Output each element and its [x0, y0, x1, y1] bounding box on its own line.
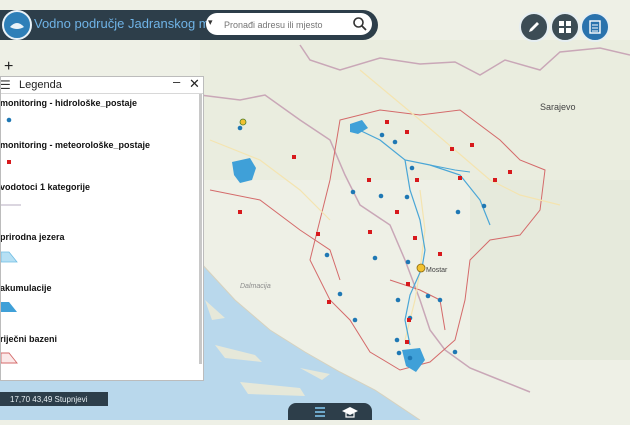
sarajevo-label: Sarajevo [540, 102, 576, 112]
legend-header: ☰ Legenda – ✕ [0, 74, 203, 94]
grid-icon [559, 21, 571, 33]
search-icon [353, 17, 367, 31]
app-title: Vodno područje Jadranskog mora [34, 16, 229, 31]
legend-scrollbar[interactable] [199, 94, 202, 364]
legend-item-label: akumulacije [1, 283, 52, 293]
station-marker [239, 118, 247, 126]
legend-content: monitoring - hidrološke_postaje monitori… [1, 94, 201, 380]
hydro-station-symbol [6, 117, 12, 123]
search-source-dropdown[interactable]: ▾ [208, 17, 213, 28]
draw-tool-button[interactable] [519, 12, 549, 42]
legend-title: Legenda [19, 79, 62, 91]
layer-list-button[interactable] [580, 12, 610, 42]
dalmacija-label: Dalmacija [240, 283, 271, 290]
legend-panel: ☰ Legenda – ✕ monitoring - hidrološke_po… [0, 74, 204, 381]
pencil-icon [529, 22, 539, 32]
basemap-gallery-button[interactable] [550, 12, 580, 42]
river-basin-symbol [1, 352, 18, 364]
hamburger-icon[interactable]: ☰ [0, 78, 11, 92]
legend-item-label: monitoring - meteorološke_postaje [1, 140, 151, 150]
list-icon [315, 407, 325, 417]
legend-item-label: riječni bazeni [1, 334, 58, 344]
info-button[interactable] [340, 403, 360, 420]
meteo-station-symbol [7, 160, 11, 164]
mostar-label: Mostar [426, 267, 448, 274]
zoom-in-button[interactable]: + [4, 58, 13, 76]
close-button[interactable]: ✕ [189, 76, 200, 92]
land-east [470, 180, 630, 360]
app-logo [2, 10, 32, 40]
graduation-cap-icon [342, 407, 358, 418]
search-button[interactable] [350, 14, 370, 34]
minimize-button[interactable]: – [173, 74, 180, 89]
legend-item-label: vodotoci 1 kategorije [1, 182, 91, 192]
search-input[interactable] [222, 15, 348, 35]
coordinate-readout: 17,70 43,49 Stupnjevi [10, 395, 88, 404]
legend-item-label: prirodna jezera [1, 232, 65, 242]
lake-symbol [1, 251, 18, 263]
river-line-symbol [1, 204, 21, 206]
list-doc-icon [589, 20, 601, 34]
mostar-marker [416, 263, 426, 273]
reservoir-symbol [1, 302, 17, 312]
legend-item-label: monitoring - hidrološke_postaje [1, 98, 138, 108]
basin-boundary [209, 189, 341, 281]
list-button[interactable] [310, 403, 330, 420]
